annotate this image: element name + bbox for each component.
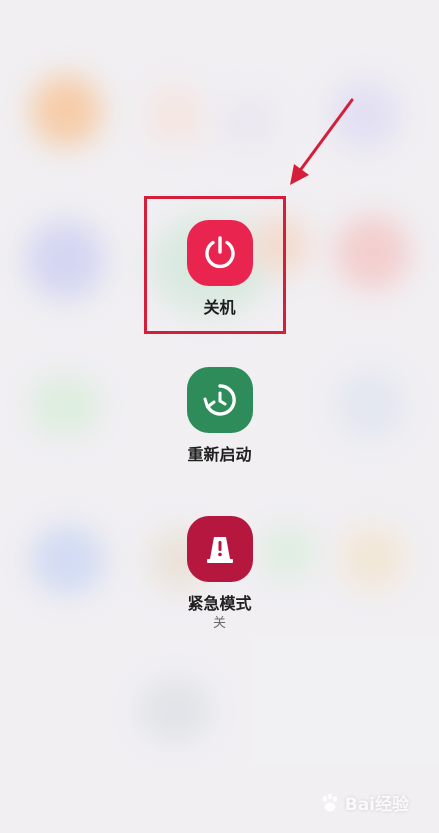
emergency-mode-option[interactable]: 紧急模式 关 xyxy=(0,516,439,632)
watermark-text: Bai经验 xyxy=(344,795,409,815)
emergency-mode-status: 关 xyxy=(212,616,226,631)
emergency-icon xyxy=(206,537,233,563)
emergency-mode-label: 紧急模式 xyxy=(187,594,252,613)
highlight-box xyxy=(144,196,286,334)
baidu-jingyan-watermark: Bai经验 xyxy=(319,790,409,815)
restart-label: 重新启动 xyxy=(187,445,252,464)
restart-option[interactable]: 重新启动 xyxy=(0,367,439,465)
emergency-mode-button[interactable] xyxy=(186,516,253,582)
restart-button[interactable] xyxy=(186,367,253,433)
pointer-arrow-icon xyxy=(290,98,354,185)
restart-icon xyxy=(203,384,236,416)
baidu-paw-icon xyxy=(322,793,337,811)
